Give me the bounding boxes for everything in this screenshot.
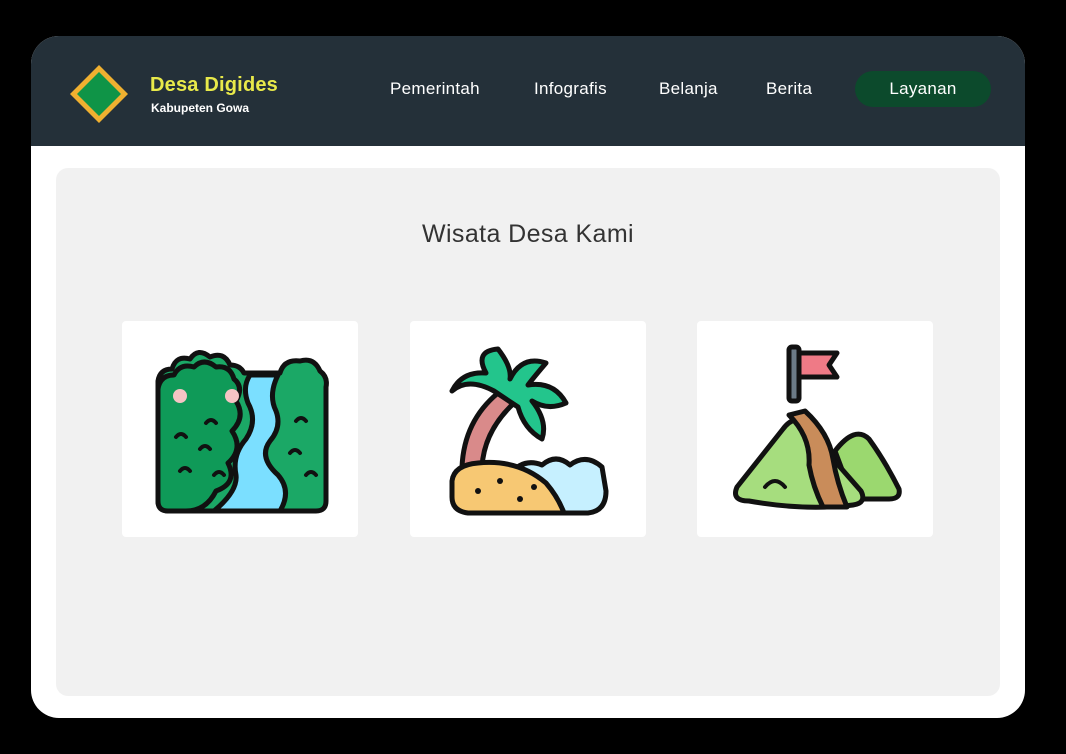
village-logo-icon[interactable]: [67, 62, 131, 126]
browser-window: Desa Digides Kabupeten Gowa Pemerintah I…: [31, 36, 1025, 718]
tourism-card-forest-river[interactable]: [122, 321, 358, 537]
layanan-button[interactable]: Layanan: [855, 71, 991, 107]
tourism-section: Wisata Desa Kami: [56, 168, 1000, 696]
section-title: Wisata Desa Kami: [421, 220, 634, 248]
forest-river-icon: [155, 350, 329, 514]
nav-pemerintah[interactable]: Pemerintah: [390, 79, 480, 99]
palm-beach-icon: [449, 346, 609, 516]
mountain-flag-icon: [733, 344, 902, 510]
navbar: Desa Digides Kabupeten Gowa Pemerintah I…: [31, 36, 1025, 146]
brand-subtitle: Kabupeten Gowa: [151, 101, 250, 115]
brand-title[interactable]: Desa Digides: [150, 74, 278, 97]
nav-berita[interactable]: Berita: [766, 79, 812, 99]
nav-infografis[interactable]: Infografis: [534, 79, 607, 99]
tourism-card-mountain[interactable]: [697, 321, 933, 537]
tourism-card-palm-beach[interactable]: [410, 321, 646, 537]
nav-belanja[interactable]: Belanja: [659, 79, 718, 99]
